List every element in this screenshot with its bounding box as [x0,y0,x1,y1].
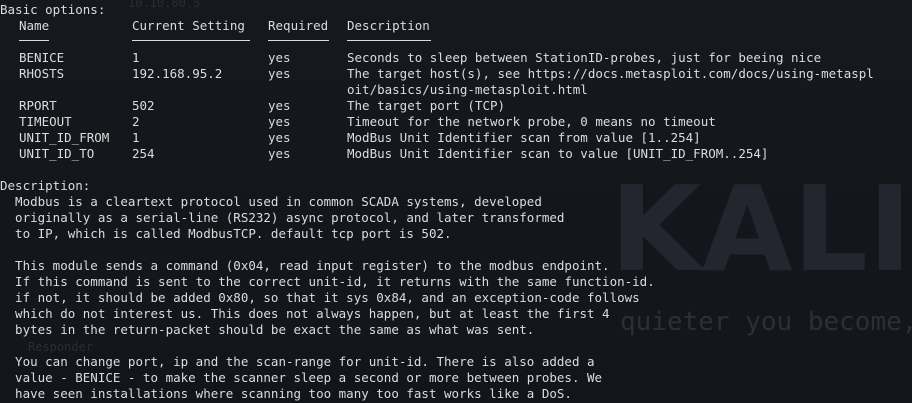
option-name: RHOSTS [19,66,65,81]
option-description: ModBus Unit Identifier scan to value [UN… [347,146,769,161]
option-current-setting: 192.168.95.2 [132,66,223,81]
description-line: value - BENICE - to make the scanner sle… [0,370,603,385]
option-description: Seconds to sleep between StationID-probe… [347,50,822,65]
description-line: Modbus is a cleartext protocol used in c… [0,194,542,209]
option-required: yes [268,130,291,145]
kali-watermark-logo: KALI quieter you become, [610,160,912,337]
terminal-window[interactable]: 10.10.80.5 Responder KALI quieter you be… [0,0,912,403]
option-name: UNIT_ID_FROM [19,130,110,145]
description-heading: Description: [0,178,91,193]
column-header-description: Description [347,18,430,33]
option-name: BENICE [19,50,65,65]
header-underline-current-setting [132,40,250,41]
column-header-current-setting: Current Setting [132,18,245,33]
description-line: to IP, which is called ModbusTCP. defaul… [0,226,452,241]
description-line: which do not interest us. This does not … [0,306,610,321]
description-line: have seen installations where scanning t… [0,386,572,401]
basic-options-heading: Basic options: [0,2,106,17]
option-description-continued: oit/basics/using-metasploit.html [347,82,588,97]
header-underline-description [347,40,431,41]
description-line: If this command is sent to the correct u… [0,274,655,289]
option-name: RPORT [19,98,57,113]
kali-slogan-text: quieter you become, [620,307,912,337]
kali-watermark-text: KALI [610,160,912,298]
description-line: originally as a serial-line (RS232) asyn… [0,210,565,225]
option-description: Timeout for the network probe, 0 means n… [347,114,716,129]
option-current-setting: 2 [132,114,140,129]
option-current-setting: 254 [132,146,155,161]
option-description: The target port (TCP) [347,98,506,113]
column-header-name: Name [19,18,50,33]
description-line: bytes in the return-packet should be exa… [0,322,535,337]
option-description: ModBus Unit Identifier scan from value [… [347,130,701,145]
option-required: yes [268,146,291,161]
background-ip-label: 10.10.80.5 [128,0,201,10]
option-required: yes [268,98,291,113]
column-header-required: Required [268,18,329,33]
header-underline-required [268,40,329,41]
option-current-setting: 502 [132,98,155,113]
description-line: if not, it should be added 0x80, so that… [0,290,640,305]
option-required: yes [268,66,291,81]
header-underline-name [19,40,49,41]
option-name: UNIT_ID_TO [19,146,95,161]
option-required: yes [268,50,291,65]
option-description: The target host(s), see https://docs.met… [347,66,874,81]
option-required: yes [268,114,291,129]
option-current-setting: 1 [132,50,140,65]
description-line: You can change port, ip and the scan-ran… [0,354,595,369]
option-name: TIMEOUT [19,114,72,129]
description-line: This module sends a command (0x04, read … [0,258,610,273]
option-current-setting: 1 [132,130,140,145]
background-responder-label: Responder [28,340,94,354]
